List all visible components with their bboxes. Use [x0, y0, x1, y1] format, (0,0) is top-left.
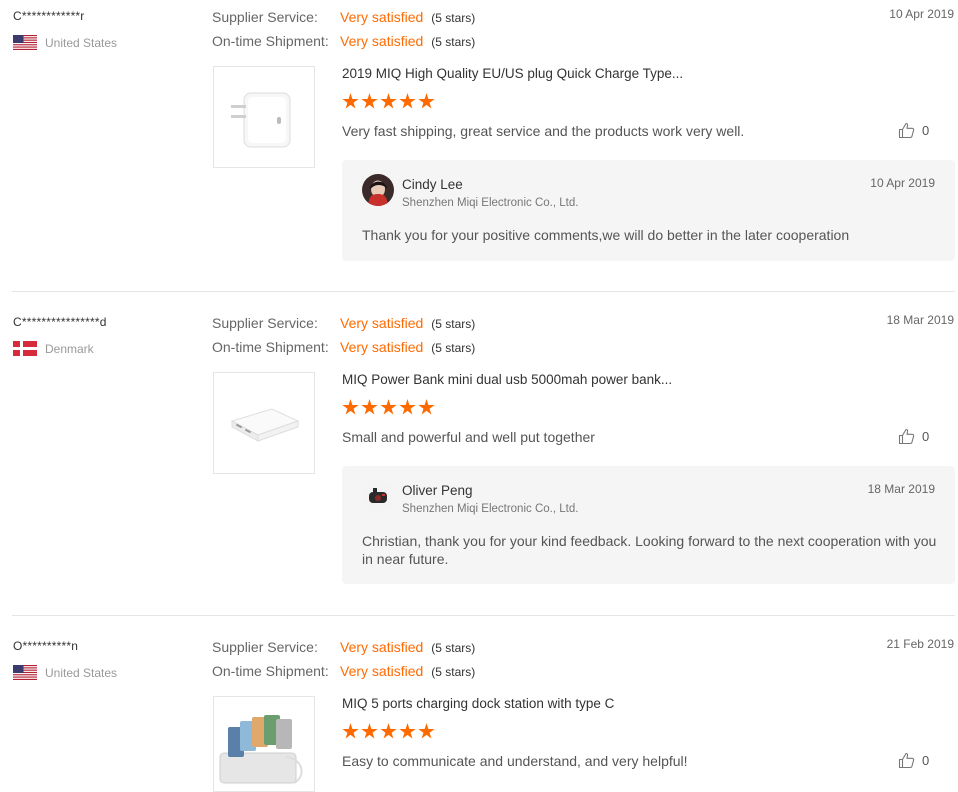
rating-stars-text: (5 stars): [431, 11, 476, 25]
rating-label: Supplier Service:: [212, 9, 318, 25]
star-icon: [342, 723, 359, 739]
star-icon: [399, 93, 416, 109]
star-icon: [361, 93, 378, 109]
buyer-name: O**********n: [13, 639, 79, 653]
us-flag-icon: [13, 665, 37, 680]
buyer-name: C************r: [13, 9, 85, 23]
denmark-flag-icon: [13, 341, 37, 356]
product-title-link[interactable]: MIQ Power Bank mini dual usb 5000mah pow…: [342, 372, 672, 387]
us-flag-icon: [13, 35, 37, 50]
thumbs-up-icon: [898, 752, 915, 769]
buyer-country: Denmark: [13, 341, 94, 356]
reply-date: 18 Mar 2019: [867, 482, 935, 496]
like-count: 0: [922, 753, 930, 768]
rating-value: Very satisfied: [340, 639, 424, 655]
reply-author-name: Cindy Lee: [402, 177, 463, 192]
product-title-link[interactable]: MIQ 5 ports charging dock station with t…: [342, 696, 614, 711]
rating-stars-text: (5 stars): [431, 341, 476, 355]
avatar: [362, 480, 394, 512]
country-label: United States: [45, 35, 118, 50]
rating-label: Supplier Service:: [212, 639, 318, 655]
reply-company: Shenzhen Miqi Electronic Co., Ltd.: [402, 197, 579, 209]
star-icon: [361, 723, 378, 739]
review-comment: Easy to communicate and understand, and …: [342, 753, 688, 769]
buyer-name: C****************d: [13, 315, 107, 329]
product-thumbnail[interactable]: [213, 372, 315, 474]
shipment-rating: On-time Shipment: Very satisfied (5 star…: [212, 33, 475, 49]
thumbs-up-icon: [898, 122, 915, 139]
like-button[interactable]: 0: [898, 122, 929, 139]
star-rating: [342, 723, 435, 740]
like-button[interactable]: 0: [898, 428, 929, 445]
supplier-reply: Cindy Lee Shenzhen Miqi Electronic Co., …: [342, 160, 955, 261]
star-icon: [380, 399, 397, 415]
star-rating: [342, 399, 435, 416]
supplier-service-rating: Supplier Service: Very satisfied (5 star…: [212, 315, 475, 331]
star-icon: [399, 723, 416, 739]
like-button[interactable]: 0: [898, 752, 929, 769]
rating-label: On-time Shipment:: [212, 663, 329, 679]
rating-label: Supplier Service:: [212, 315, 318, 331]
review-date: 10 Apr 2019: [889, 7, 954, 21]
supplier-service-rating: Supplier Service: Very satisfied (5 star…: [212, 639, 475, 655]
star-icon: [399, 399, 416, 415]
like-count: 0: [922, 429, 930, 444]
reply-date: 10 Apr 2019: [870, 176, 935, 190]
rating-stars-text: (5 stars): [431, 35, 476, 49]
reply-text: Christian, thank you for your kind feedb…: [362, 533, 937, 567]
shipment-rating: On-time Shipment: Very satisfied (5 star…: [212, 663, 475, 679]
product-thumbnail[interactable]: [213, 66, 315, 168]
rating-stars-text: (5 stars): [431, 317, 476, 331]
rating-value: Very satisfied: [340, 33, 424, 49]
rating-stars-text: (5 stars): [431, 665, 476, 679]
country-label: Denmark: [45, 341, 94, 356]
star-icon: [380, 723, 397, 739]
buyer-country: United States: [13, 35, 117, 50]
star-icon: [342, 93, 359, 109]
review-comment: Small and powerful and well put together: [342, 429, 595, 445]
rating-value: Very satisfied: [340, 339, 424, 355]
rating-stars-text: (5 stars): [431, 641, 476, 655]
buyer-country: United States: [13, 665, 117, 680]
divider: [12, 291, 955, 292]
rating-label: On-time Shipment:: [212, 33, 329, 49]
shipment-rating: On-time Shipment: Very satisfied (5 star…: [212, 339, 475, 355]
review-date: 21 Feb 2019: [886, 637, 954, 651]
star-icon: [418, 399, 435, 415]
country-label: United States: [45, 665, 118, 680]
supplier-service-rating: Supplier Service: Very satisfied (5 star…: [212, 9, 475, 25]
rating-value: Very satisfied: [340, 663, 424, 679]
rating-value: Very satisfied: [340, 315, 424, 331]
star-icon: [380, 93, 397, 109]
reply-text: Thank you for your positive comments,we …: [362, 227, 850, 243]
thumbs-up-icon: [898, 428, 915, 445]
reply-company: Shenzhen Miqi Electronic Co., Ltd.: [402, 503, 579, 515]
product-title-link[interactable]: 2019 MIQ High Quality EU/US plug Quick C…: [342, 66, 683, 81]
avatar: [362, 174, 394, 206]
review-comment: Very fast shipping, great service and th…: [342, 123, 745, 139]
star-icon: [342, 399, 359, 415]
rating-value: Very satisfied: [340, 9, 424, 25]
rating-label: On-time Shipment:: [212, 339, 329, 355]
star-rating: [342, 93, 435, 110]
review-date: 18 Mar 2019: [886, 313, 954, 327]
reply-author-name: Oliver Peng: [402, 483, 473, 498]
supplier-reply: Oliver Peng Shenzhen Miqi Electronic Co.…: [342, 466, 955, 584]
divider: [12, 615, 955, 616]
product-thumbnail[interactable]: [213, 696, 315, 792]
like-count: 0: [922, 123, 930, 138]
star-icon: [361, 399, 378, 415]
star-icon: [418, 93, 435, 109]
star-icon: [418, 723, 435, 739]
